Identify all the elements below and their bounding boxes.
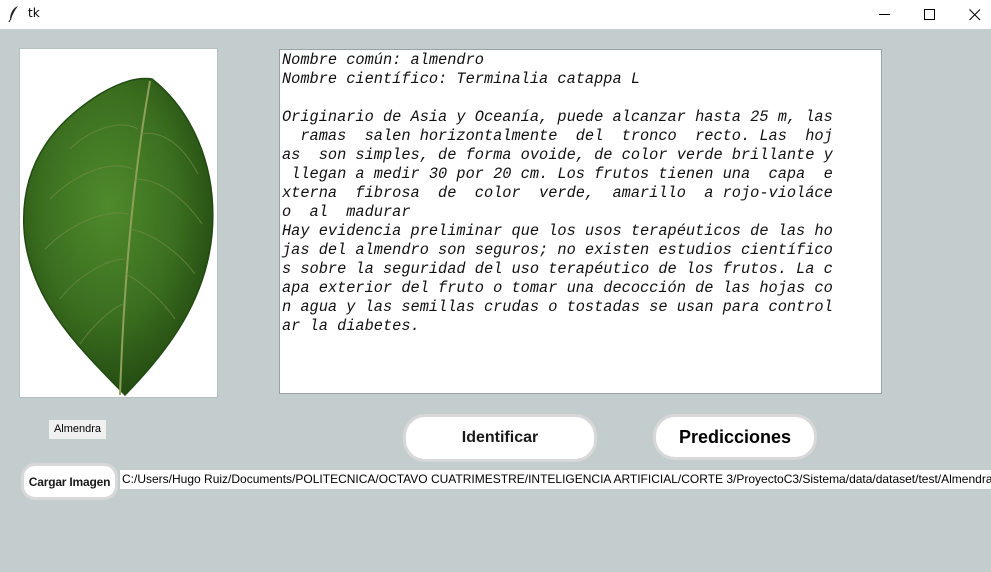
- description-text-area[interactable]: Nombre común: almendro Nombre científico:…: [279, 49, 882, 394]
- title-bar: tk: [0, 0, 991, 29]
- description-line: apa exterior del fruto o tomar una decoc…: [282, 279, 833, 297]
- minimize-icon: [879, 14, 890, 15]
- description-line: s sobre la seguridad del uso terapéutico…: [282, 260, 833, 278]
- identify-button[interactable]: Identificar: [403, 414, 597, 462]
- leaf-image: [23, 77, 214, 397]
- description-line: ar la diabetes.: [282, 317, 420, 335]
- description-line: as son simples, de forma ovoide, de colo…: [282, 146, 833, 164]
- description-line: xterna fibrosa de color verde, amarillo …: [282, 184, 833, 202]
- maximize-icon: [924, 9, 935, 20]
- description-line: Originario de Asia y Oceanía, puede alca…: [282, 108, 833, 126]
- description-line: n agua y las semillas crudas o tostadas …: [282, 298, 833, 316]
- description-line: jas del almendro son seguros; no existen…: [282, 241, 833, 259]
- description-line: Nombre común: almendro: [282, 51, 484, 69]
- maximize-button[interactable]: [907, 0, 953, 29]
- close-button[interactable]: [952, 0, 991, 29]
- description-line: llegan a medir 30 por 20 cm. Los frutos …: [282, 165, 833, 183]
- description-line: Nombre científico: Terminalia catappa L: [282, 70, 641, 88]
- plant-image: [19, 48, 218, 398]
- description-line: o al madurar: [282, 203, 411, 221]
- file-path-field: C:/Users/Hugo Ruiz/Documents/POLITECNICA…: [120, 470, 991, 489]
- window-title: tk: [28, 6, 40, 20]
- load-image-button[interactable]: Cargar Imagen: [21, 463, 118, 500]
- predictions-button[interactable]: Predicciones: [653, 414, 817, 460]
- description-line: ramas salen horizontalmente del tronco r…: [282, 127, 833, 145]
- feather-icon: [8, 6, 18, 23]
- description-line: Hay evidencia preliminar que los usos te…: [282, 222, 833, 240]
- minimize-button[interactable]: [862, 0, 908, 29]
- prediction-label: Almendra: [49, 420, 106, 439]
- close-icon: [969, 9, 981, 21]
